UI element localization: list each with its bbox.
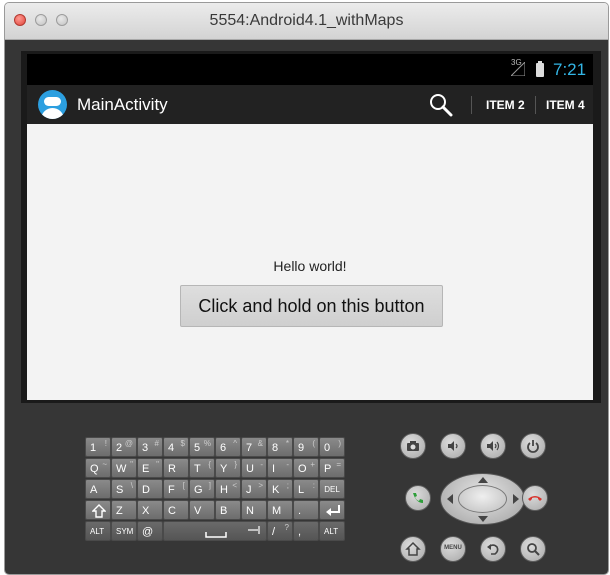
key-enter[interactable] [319, 500, 345, 520]
key-5[interactable]: 5% [189, 437, 215, 457]
signal-icon [511, 62, 525, 76]
key-c[interactable]: C [163, 500, 189, 520]
key-s[interactable]: S \ [111, 479, 137, 499]
activity-content: Hello world! Click and hold on this butt… [27, 124, 593, 400]
call-icon[interactable] [405, 485, 431, 511]
action-divider [535, 96, 536, 114]
volume-up-icon[interactable] [480, 433, 506, 459]
key-d[interactable]: D [137, 479, 163, 499]
action-divider [471, 96, 472, 114]
key-7[interactable]: 7 & [241, 437, 267, 457]
enter-icon [326, 505, 340, 516]
dpad-down-icon [478, 516, 488, 522]
key-i[interactable]: I- [267, 458, 293, 478]
back-icon[interactable] [480, 536, 506, 562]
key-z[interactable]: Z [111, 500, 137, 520]
volume-down-icon[interactable] [440, 433, 466, 459]
status-bar: 3G 7:21 [27, 54, 593, 85]
key-f[interactable]: F[ [163, 479, 189, 499]
tab-icon [248, 526, 260, 534]
key-j[interactable]: J > [241, 479, 267, 499]
camera-icon[interactable] [400, 433, 426, 459]
key-space[interactable] [163, 521, 267, 541]
key-slash[interactable]: /? [267, 521, 293, 541]
key-u[interactable]: U- [241, 458, 267, 478]
menu-button[interactable]: MENU [440, 536, 466, 562]
key-l[interactable]: L: [293, 479, 319, 499]
power-icon[interactable] [520, 433, 546, 459]
key-x[interactable]: X [137, 500, 163, 520]
app-icon-face [44, 97, 61, 106]
dpad-left-icon [447, 494, 453, 504]
window-titlebar: 5554:Android4.1_withMaps [5, 3, 608, 40]
battery-icon [536, 61, 544, 77]
key-delete[interactable]: DEL [319, 479, 345, 499]
key-q[interactable]: Q ~ [85, 458, 111, 478]
key-g[interactable]: G] [189, 479, 215, 499]
app-title: MainActivity [77, 95, 168, 114]
key-w[interactable]: W " [111, 458, 137, 478]
key-0[interactable]: 0) [319, 437, 345, 457]
key-2[interactable]: 2 @ [111, 437, 137, 457]
menu-item-4[interactable]: ITEM 4 [546, 98, 585, 112]
key-4[interactable]: 4 $ [163, 437, 189, 457]
menu-button-label: MENU [444, 545, 462, 551]
status-clock: 7:21 [553, 60, 587, 79]
search-icon[interactable] [520, 536, 546, 562]
hello-text: Hello world! [273, 258, 347, 274]
emulator-window: 5554:Android4.1_withMaps 3G 7:21 MainAct… [4, 2, 609, 575]
key-at[interactable]: @ [137, 521, 163, 541]
key-6[interactable]: 6 ^ [215, 437, 241, 457]
window-title: 5554:Android4.1_withMaps [209, 12, 404, 29]
key-a[interactable]: A [85, 479, 111, 499]
dpad-up-icon [478, 477, 488, 483]
key-t[interactable]: T{ [189, 458, 215, 478]
key-e[interactable]: E " [137, 458, 163, 478]
key-comma[interactable]: , [293, 521, 319, 541]
key-n[interactable]: N [241, 500, 267, 520]
key-1[interactable]: 1! [85, 437, 111, 457]
key-period[interactable]: . [293, 500, 319, 520]
dpad-center-button[interactable] [458, 485, 507, 513]
key-y[interactable]: Y} [215, 458, 241, 478]
key-alt-left[interactable]: ALT [85, 521, 111, 541]
end-call-icon[interactable] [522, 485, 548, 511]
key-h[interactable]: H < [215, 479, 241, 499]
key-b[interactable]: B [215, 500, 241, 520]
device-screen[interactable]: 3G 7:21 MainActivity ITEM 2 ITEM 4 Hello… [27, 54, 593, 400]
key-3[interactable]: 3 # [137, 437, 163, 457]
shift-icon [92, 504, 106, 518]
app-icon[interactable] [38, 90, 67, 119]
click-and-hold-button[interactable]: Click and hold on this button [180, 285, 443, 327]
key-shift[interactable] [85, 500, 111, 520]
dpad[interactable] [440, 473, 525, 525]
key-m[interactable]: M [267, 500, 293, 520]
space-icon [205, 532, 227, 538]
key-8[interactable]: 8 * [267, 437, 293, 457]
key-p[interactable]: P = [319, 458, 345, 478]
home-icon[interactable] [400, 536, 426, 562]
action-bar: MainActivity ITEM 2 ITEM 4 [27, 85, 593, 124]
dpad-right-icon [513, 494, 519, 504]
search-icon[interactable] [429, 93, 453, 117]
key-sym[interactable]: SYM [111, 521, 137, 541]
app-icon-body [41, 108, 64, 119]
key-alt-right[interactable]: ALT [319, 521, 345, 541]
key-9[interactable]: 9( [293, 437, 319, 457]
menu-item-2[interactable]: ITEM 2 [486, 98, 525, 112]
key-r[interactable]: R [163, 458, 189, 478]
key-v[interactable]: V [189, 500, 215, 520]
key-o[interactable]: O + [293, 458, 319, 478]
key-k[interactable]: K; [267, 479, 293, 499]
